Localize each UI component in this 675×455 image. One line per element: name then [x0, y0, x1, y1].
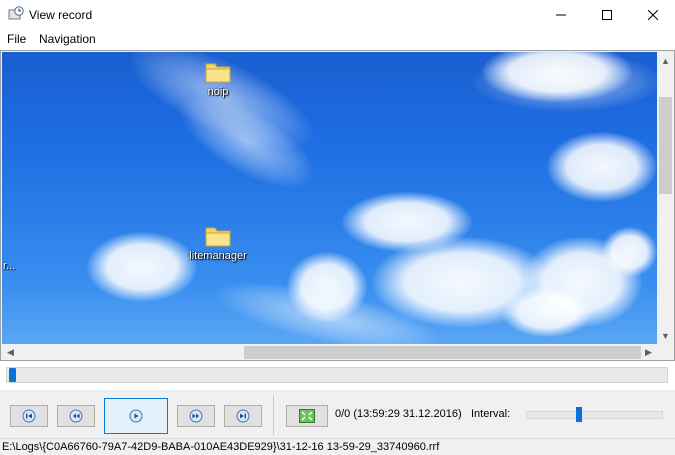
file-path: E:\Logs\{C0A66760-79A7-42D9-BABA-010AE43…	[2, 441, 440, 453]
scroll-up-icon[interactable]: ▲	[657, 52, 674, 69]
interval-label: Interval:	[471, 408, 511, 420]
maximize-icon	[602, 10, 612, 20]
fast-forward-button[interactable]	[177, 405, 215, 427]
skip-to-start-button[interactable]	[10, 405, 48, 427]
menu-bar: File Navigation	[0, 30, 675, 49]
playback-controls: 0/0 (13:59:29 31.12.2016) Interval:	[0, 390, 675, 438]
status-bar: E:\Logs\{C0A66760-79A7-42D9-BABA-010AE43…	[0, 438, 675, 455]
skip-to-start-icon	[22, 409, 36, 423]
interval-slider-track[interactable]	[526, 411, 663, 419]
scroll-left-icon[interactable]: ◀	[2, 344, 19, 360]
cloud	[287, 252, 367, 322]
horizontal-scroll-thumb[interactable]	[244, 346, 641, 359]
desktop-icon-label: noip	[207, 86, 229, 98]
fit-screen-button[interactable]	[286, 405, 328, 427]
skip-to-end-button[interactable]	[224, 405, 262, 427]
title-bar: View record	[0, 0, 675, 30]
desktop-icon-label-partial: r...	[3, 260, 16, 272]
scroll-right-icon[interactable]: ▶	[640, 344, 657, 360]
rewind-button[interactable]	[57, 405, 95, 427]
record-viewport[interactable]: noip litemanager r... ▲ ▼ ◀ ▶	[0, 50, 675, 361]
playback-status: 0/0 (13:59:29 31.12.2016)	[335, 408, 462, 420]
cloud	[547, 132, 657, 202]
close-icon	[648, 10, 658, 20]
record-clock-icon	[8, 6, 24, 22]
cloud	[502, 287, 592, 337]
fast-forward-icon	[189, 409, 203, 423]
vertical-scroll-thumb[interactable]	[659, 97, 672, 194]
interval-slider-thumb[interactable]	[576, 407, 582, 422]
rewind-icon	[69, 409, 83, 423]
cloud	[87, 232, 197, 302]
maximize-button[interactable]	[584, 0, 630, 30]
desktop-icon-noip[interactable]: noip	[183, 58, 253, 98]
minimize-icon	[556, 14, 566, 16]
folder-icon	[205, 227, 231, 247]
desktop-icon-label: litemanager	[189, 250, 247, 262]
timeline-handle[interactable]	[9, 368, 16, 382]
close-button[interactable]	[630, 0, 675, 30]
menu-file[interactable]: File	[7, 32, 26, 46]
fit-screen-icon	[299, 409, 315, 423]
skip-to-end-icon	[236, 409, 250, 423]
horizontal-scrollbar[interactable]: ◀ ▶	[2, 344, 657, 360]
menu-navigation[interactable]: Navigation	[39, 32, 96, 46]
folder-icon	[205, 63, 231, 83]
minimize-button[interactable]	[538, 0, 584, 30]
window-title: View record	[29, 8, 93, 22]
play-button[interactable]	[104, 398, 168, 434]
toolbar-separator	[273, 395, 274, 435]
vertical-scrollbar[interactable]: ▲ ▼	[657, 52, 674, 344]
timeline-slider[interactable]	[6, 367, 668, 383]
remote-desktop-screen: noip litemanager r...	[2, 52, 657, 344]
scroll-down-icon[interactable]: ▼	[657, 327, 674, 344]
play-icon	[129, 409, 143, 423]
cloud	[602, 227, 657, 277]
desktop-icon-litemanager[interactable]: litemanager	[183, 222, 253, 262]
